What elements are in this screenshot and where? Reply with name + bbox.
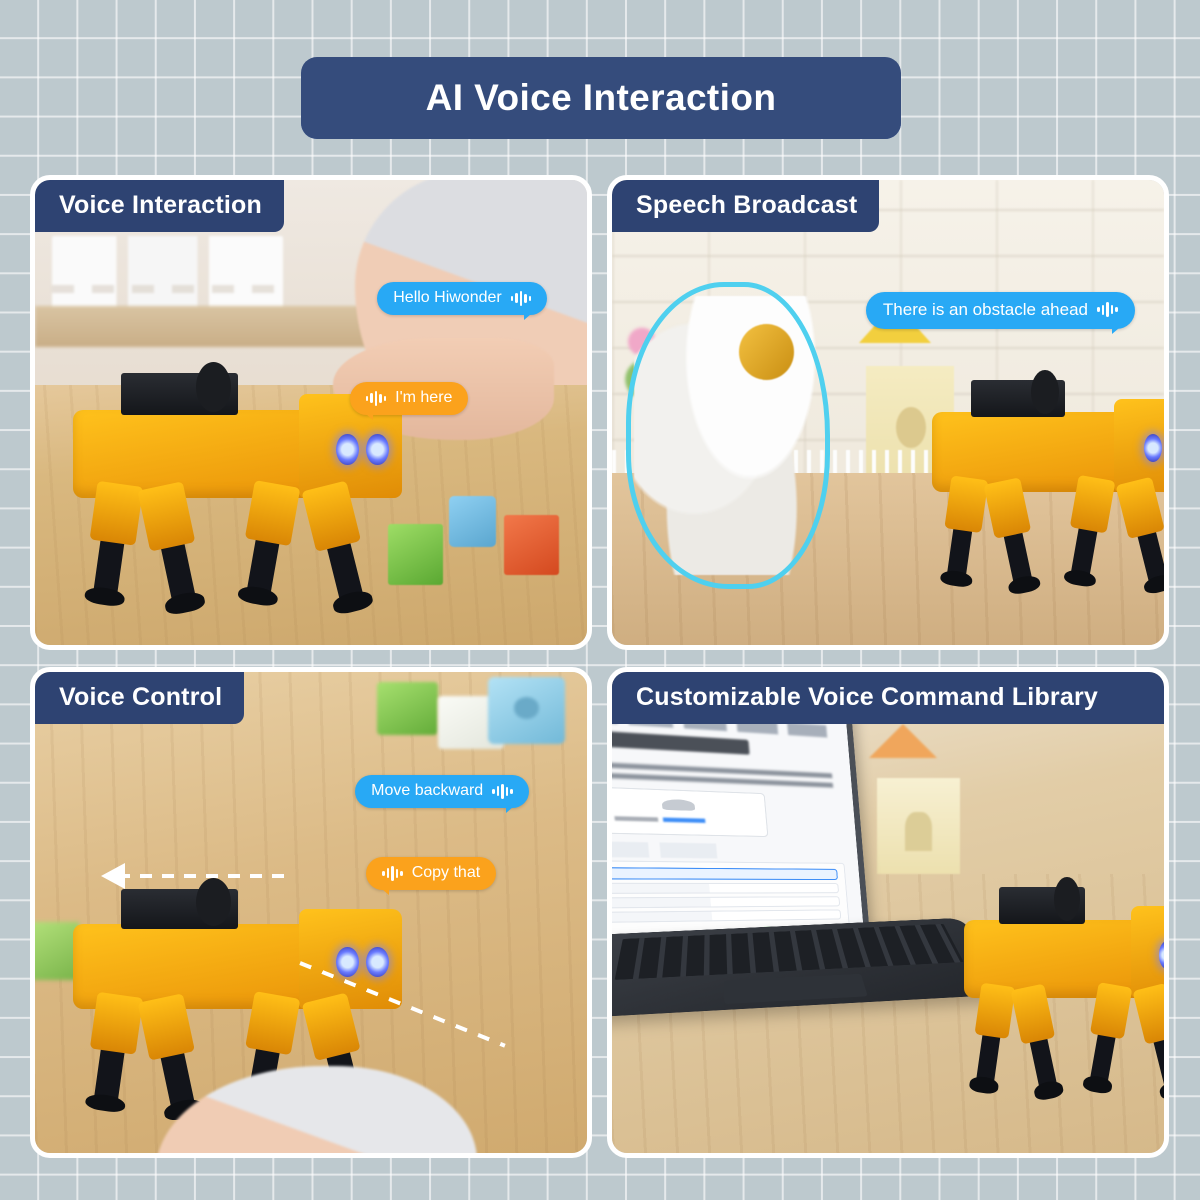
panel-voice-interaction: Hello Hiwonder I'm here Voice Interactio… [30,175,592,650]
bubble-text: Copy that [411,864,481,882]
speech-bubble-response: Copy that [366,857,497,896]
speech-bubble-broadcast: There is an obstacle ahead [865,291,1135,334]
robot-leg [983,476,1041,596]
bubble-text: There is an obstacle ahead [882,299,1088,319]
robot-leg [137,992,205,1123]
toy-block-blue [487,676,565,745]
robot-dog [910,357,1164,596]
robot-eye-right [366,947,389,978]
robot-dog [46,347,402,616]
panel-label-command-library: Customizable Voice Command Library [612,672,1164,724]
bubble-text: I'm here [395,389,453,407]
header-banner: AI Voice Interaction [301,57,901,139]
toy-block-green [377,681,438,735]
table-row [612,867,839,880]
upload-caption [614,815,739,824]
table-row [612,909,842,924]
waveform-icon [492,783,513,799]
robot-leg [137,481,206,616]
robot-head [299,909,402,1010]
upload-dropzone [612,785,769,837]
robot-eye-left [336,433,359,466]
robot-dog [943,864,1164,1102]
waveform-icon [382,865,403,881]
robot-head [1114,398,1164,492]
bubble-text: Move backward [371,782,484,800]
robot-leg [939,475,989,589]
robot-leg [968,982,1016,1095]
waveform-icon [365,390,387,406]
speech-bubble-user: Hello Hiwonder [377,282,548,321]
robot-control-module [121,878,238,930]
screen-toolbar-buttons [612,841,729,859]
toy-block-green [388,524,444,585]
highlight-outline [625,282,831,590]
robot-control-module [999,877,1086,925]
robot-eye-right [366,433,389,466]
toy-block-orange [504,514,560,576]
scene-voice-interaction [35,180,587,645]
robot-leg [1132,983,1164,1102]
robot-leg [1082,982,1132,1095]
robot-eye-left [1144,433,1163,462]
page-title: AI Voice Interaction [425,77,777,118]
panel-label-voice-control: Voice Control [35,672,245,724]
robot-leg [84,992,143,1115]
upload-cloud-icon [661,798,696,811]
shelf-ledge [35,305,378,348]
scene-speech-broadcast [612,180,1164,645]
robot-eye-left [1158,941,1164,969]
scene-voice-control [35,672,587,1153]
speech-bubble-command: Move backward [355,775,529,814]
toy-block-blue [449,496,496,548]
robot-leg [1010,983,1066,1102]
robot-control-module [970,369,1065,418]
screen-paragraph [612,755,834,788]
robot-control-module [121,361,238,416]
scene-command-library [612,672,1164,1153]
infographic-page: AI Voice Interaction Hello Hiwonder I'm … [0,0,1200,1200]
table-row [612,882,840,894]
screen-heading [612,729,751,755]
panel-speech-broadcast: There is an obstacle ahead Speech Broadc… [607,175,1169,650]
panel-voice-control: Move backward Copy that Voice Control [30,667,592,1158]
robot-leg [1062,475,1116,589]
panel-label-voice-interaction: Voice Interaction [35,180,284,232]
robot-eye-left [336,947,359,978]
robot-leg [1116,476,1164,596]
speech-bubble-robot: I'm here [349,382,469,421]
waveform-icon [1097,302,1118,318]
bubble-text: Hello Hiwonder [393,289,502,307]
robot-leg [237,479,301,608]
table-row [612,895,841,909]
panel-command-library: Customizable Voice Command Library [607,667,1169,1158]
robot-leg [83,480,143,608]
robot-leg [301,480,374,616]
panel-label-speech-broadcast: Speech Broadcast [612,180,880,232]
shelf-papers [51,235,284,315]
header-banner-bar: AI Voice Interaction [301,57,901,139]
motion-arrow-icon [101,863,289,890]
waveform-icon [510,290,532,306]
